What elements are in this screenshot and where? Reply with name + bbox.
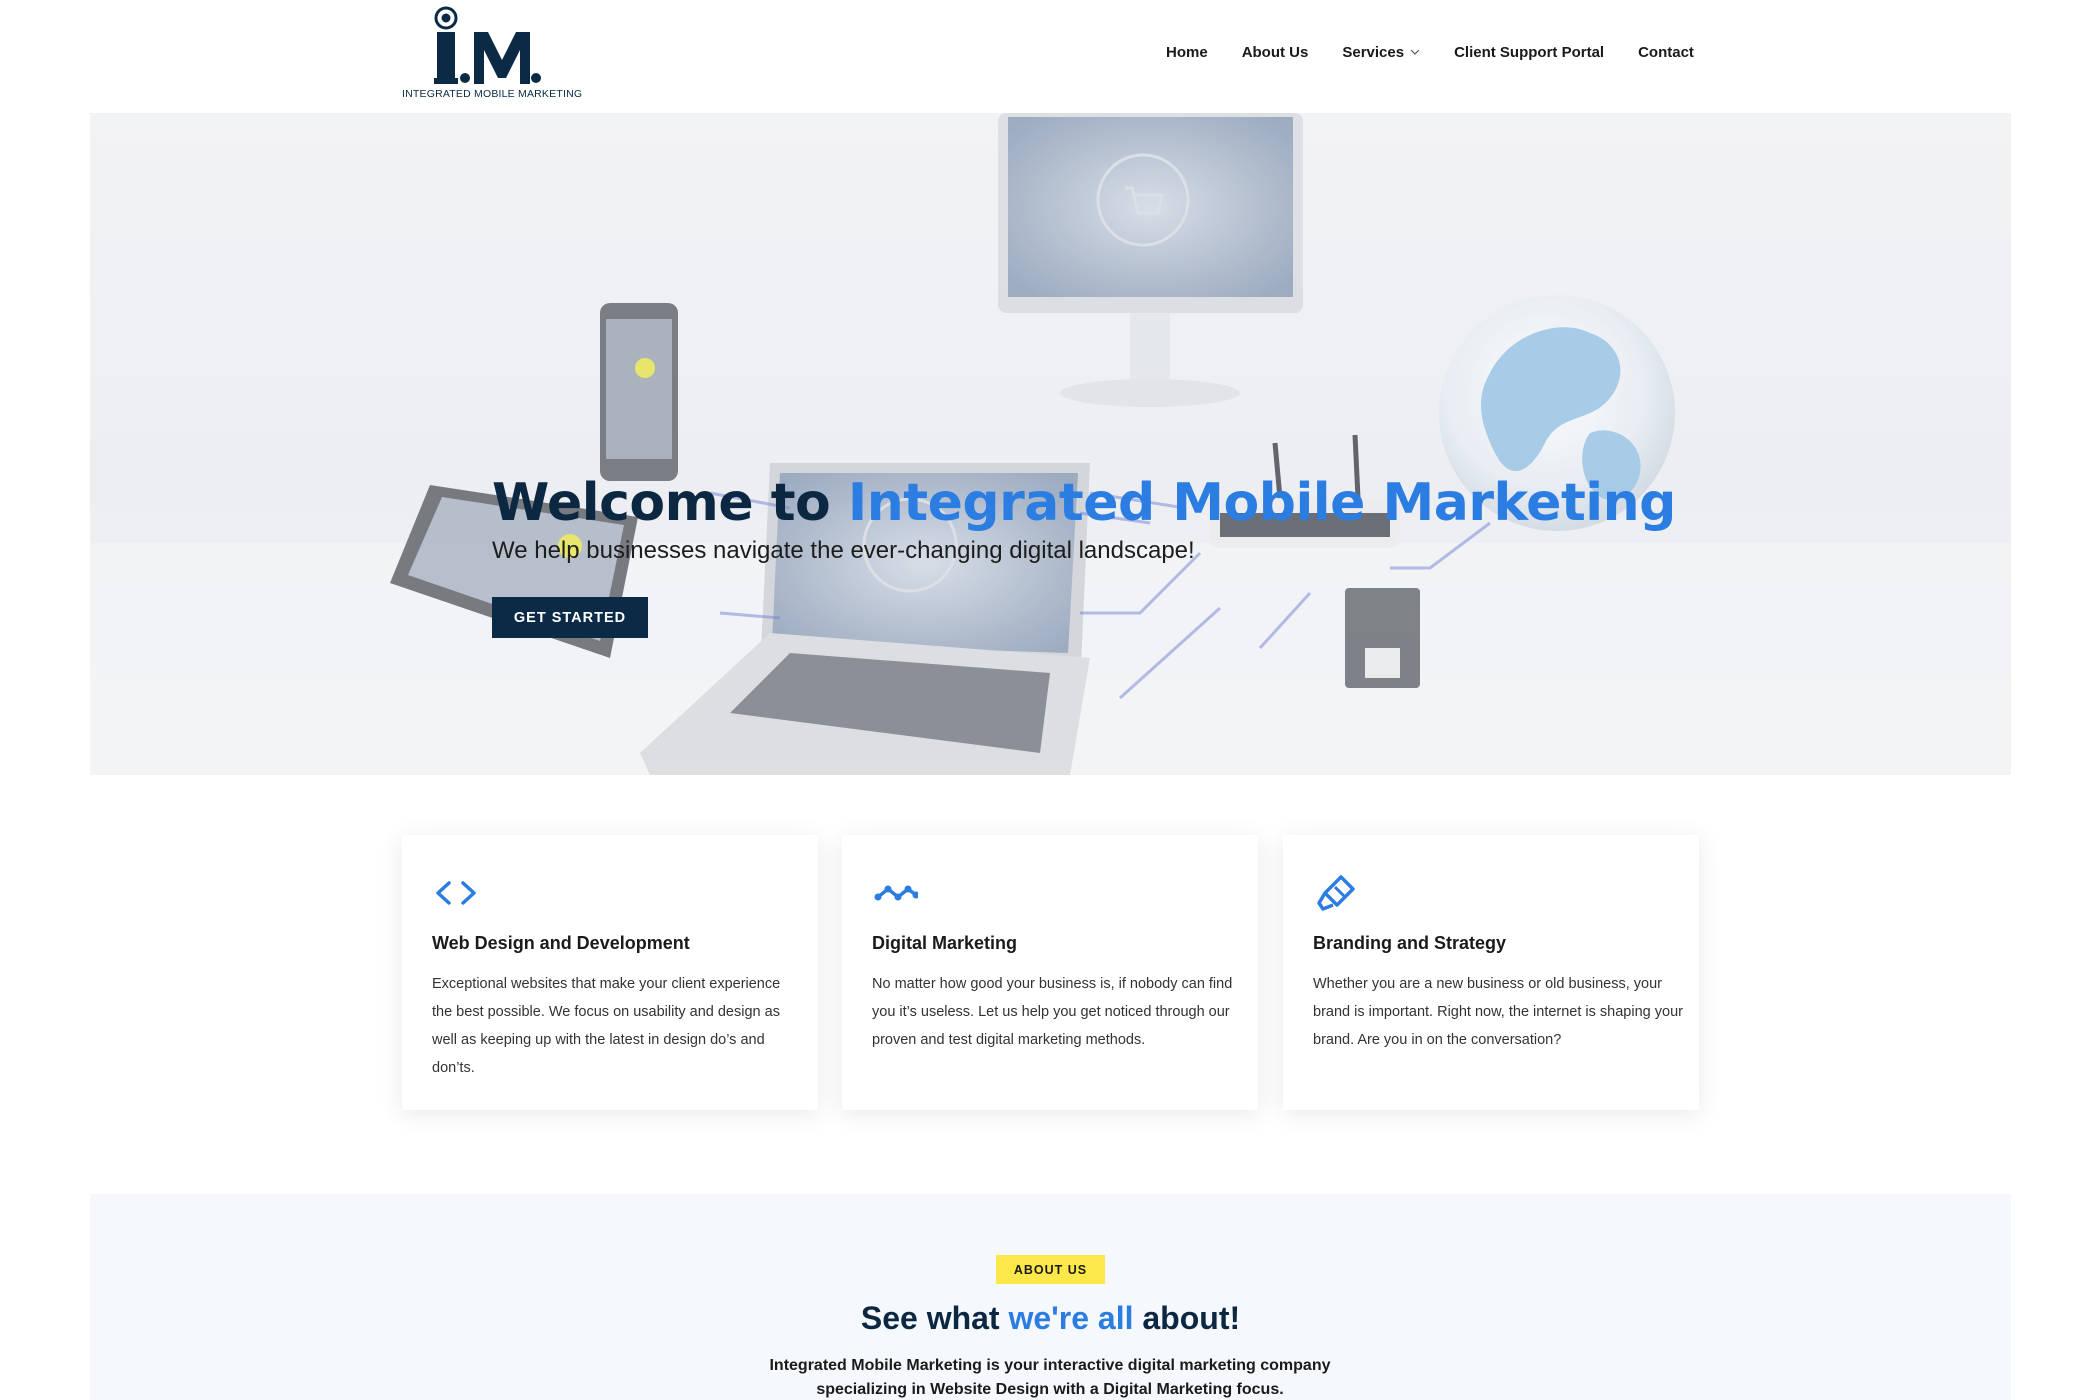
- logo-caption: INTEGRATED MOBILE MARKETING: [402, 88, 583, 100]
- site-header: INTEGRATED MOBILE MARKETING Home About U…: [0, 0, 2100, 113]
- logo-mark-icon: [434, 6, 541, 84]
- nav-about-us-label: About Us: [1241, 44, 1309, 61]
- hero-background-illustration: [90, 113, 2011, 775]
- disk-illustration: [1345, 588, 1420, 688]
- nav-services-label: Services: [1342, 44, 1405, 61]
- card-text: Whether you are a new business or old bu…: [1313, 976, 1683, 1048]
- service-card-digital-marketing[interactable]: Digital Marketing No matter how good you…: [842, 835, 1258, 1110]
- hero-title-prefix: Welcome to: [492, 473, 848, 533]
- nav-contact-label: Contact: [1638, 44, 1694, 61]
- hero-subtitle: We help businesses navigate the ever-cha…: [492, 537, 1195, 564]
- nav-client-support-portal[interactable]: Client Support Portal: [1454, 44, 1604, 61]
- paint-brush-icon: [1317, 875, 1355, 911]
- nav-client-support-portal-label: Client Support Portal: [1454, 44, 1605, 61]
- nav-about-us[interactable]: About Us: [1242, 44, 1309, 61]
- hero-title-accent: Integrated Mobile Marketing: [847, 473, 1676, 533]
- service-card-branding[interactable]: Branding and Strategy Whether you are a …: [1283, 835, 1699, 1110]
- about-badge: ABOUT US: [996, 1255, 1105, 1284]
- about-heading-suffix: about!: [1133, 1300, 1241, 1336]
- card-text: Exceptional websites that make your clie…: [432, 976, 781, 1076]
- phone-illustration: [600, 303, 678, 481]
- nav-services[interactable]: Services: [1342, 44, 1420, 61]
- hero-title: Welcome to Integrated Mobile Marketing: [492, 473, 1676, 533]
- about-heading: See what we're all about!: [90, 1300, 2011, 1337]
- get-started-button[interactable]: GET STARTED: [492, 597, 648, 638]
- hero-section: Welcome to Integrated Mobile Marketing W…: [90, 113, 2011, 775]
- card-text: No matter how good your business is, if …: [872, 976, 1233, 1048]
- about-heading-accent: we're all: [1008, 1300, 1134, 1336]
- services-cards: Web Design and Development Exceptional w…: [402, 835, 1699, 1110]
- card-title: Web Design and Development: [432, 933, 690, 953]
- nav-home-label: Home: [1166, 44, 1208, 61]
- service-card-web-design[interactable]: Web Design and Development Exceptional w…: [402, 835, 818, 1110]
- card-title: Digital Marketing: [872, 933, 1018, 953]
- nav-contact[interactable]: Contact: [1638, 44, 1694, 61]
- trend-wave-icon: [874, 885, 918, 901]
- main-nav: Home About Us Services Client Support Po…: [1166, 44, 1694, 61]
- site-logo[interactable]: INTEGRATED MOBILE MARKETING: [402, 6, 582, 100]
- about-text: Integrated Mobile Marketing is your inte…: [769, 1357, 1331, 1398]
- code-icon: [436, 881, 476, 905]
- about-section: ABOUT US See what we're all about! Integ…: [90, 1194, 2011, 1400]
- nav-home[interactable]: Home: [1166, 44, 1208, 61]
- about-heading-prefix: See what: [860, 1300, 1009, 1336]
- card-title: Branding and Strategy: [1313, 933, 1507, 953]
- monitor-illustration: [998, 113, 1303, 407]
- chevron-down-icon: [1410, 49, 1420, 55]
